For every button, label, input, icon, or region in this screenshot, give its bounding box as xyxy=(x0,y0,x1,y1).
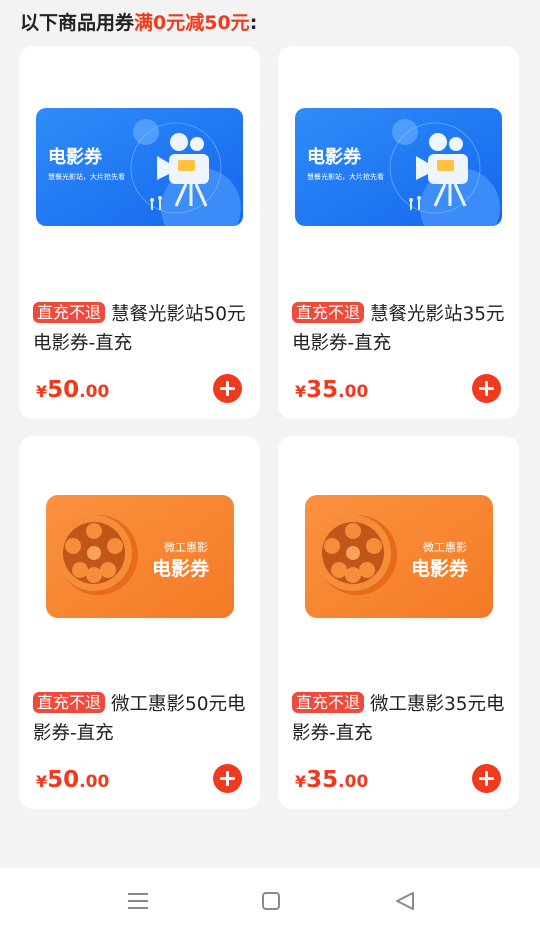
price-currency: ¥ xyxy=(36,772,48,791)
add-to-cart-button[interactable] xyxy=(472,374,501,403)
product-title[interactable]: 直充不退 慧餐光影站50元电影券-直充 xyxy=(33,300,249,358)
menu-icon[interactable] xyxy=(125,888,151,914)
banner-heading: 电影券 xyxy=(48,146,103,168)
home-square-icon[interactable] xyxy=(258,888,284,914)
product-card[interactable]: 电影券 慧餐光影站，大片抢先看 直充不退 慧餐光影站50元电影券-直充 ¥50.0… xyxy=(19,46,260,419)
banner-subtext: 慧餐光影站，大片抢先看 xyxy=(48,172,125,181)
product-banner-film-reel: 微工惠影 电影券 xyxy=(305,495,493,618)
price-integer: 35 xyxy=(306,377,339,403)
system-navigation-bar xyxy=(0,868,540,934)
product-price: ¥50.00 xyxy=(36,377,109,403)
price-decimal: .00 xyxy=(79,382,110,402)
banner-heading: 电影券 xyxy=(307,146,362,168)
price-currency: ¥ xyxy=(36,382,48,401)
price-currency: ¥ xyxy=(295,382,307,401)
product-title[interactable]: 直充不退 微工惠影50元电影券-直充 xyxy=(33,690,249,748)
price-decimal: .00 xyxy=(338,382,369,402)
add-to-cart-button[interactable] xyxy=(213,374,242,403)
price-integer: 50 xyxy=(47,767,80,793)
product-price: ¥35.00 xyxy=(295,377,368,403)
no-refund-tag: 直充不退 xyxy=(33,692,106,713)
product-banner-movie-camera: 电影券 慧餐光影站，大片抢先看 xyxy=(36,108,243,226)
product-card[interactable]: 微工惠影 电影券 直充不退 微工惠影35元电影券-直充 ¥35.00 xyxy=(278,436,519,809)
header-suffix: : xyxy=(249,12,258,34)
coupon-header: 以下商品用券满0元减50元: xyxy=(20,8,257,38)
banner-subheading: 微工惠影 xyxy=(423,540,467,554)
price-currency: ¥ xyxy=(295,772,307,791)
price-integer: 35 xyxy=(306,767,339,793)
product-title[interactable]: 直充不退 微工惠影35元电影券-直充 xyxy=(292,690,508,748)
no-refund-tag: 直充不退 xyxy=(292,692,365,713)
price-integer: 50 xyxy=(47,377,80,403)
product-grid: 电影券 慧餐光影站，大片抢先看 直充不退 慧餐光影站50元电影券-直充 ¥50.0… xyxy=(19,46,519,809)
product-card[interactable]: 微工惠影 电影券 直充不退 微工惠影50元电影券-直充 ¥50.00 xyxy=(19,436,260,809)
product-banner-film-reel: 微工惠影 电影券 xyxy=(46,495,234,618)
product-price: ¥35.00 xyxy=(295,767,368,793)
product-title[interactable]: 直充不退 慧餐光影站35元电影券-直充 xyxy=(292,300,508,358)
product-card[interactable]: 电影券 慧餐光影站，大片抢先看 直充不退 慧餐光影站35元电影券-直充 ¥35.0… xyxy=(278,46,519,419)
banner-heading: 电影券 xyxy=(411,557,469,580)
no-refund-tag: 直充不退 xyxy=(292,302,365,323)
product-banner-movie-camera: 电影券 慧餐光影站，大片抢先看 xyxy=(295,108,502,226)
price-decimal: .00 xyxy=(79,772,110,792)
banner-heading: 电影券 xyxy=(152,557,210,580)
header-prefix: 以下商品用券 xyxy=(20,12,135,34)
back-triangle-icon[interactable] xyxy=(392,888,418,914)
price-decimal: .00 xyxy=(338,772,369,792)
add-to-cart-button[interactable] xyxy=(472,764,501,793)
add-to-cart-button[interactable] xyxy=(213,764,242,793)
banner-subtext: 慧餐光影站，大片抢先看 xyxy=(307,172,384,181)
banner-subheading: 微工惠影 xyxy=(164,540,208,554)
product-price: ¥50.00 xyxy=(36,767,109,793)
header-discount: 满0元减50元 xyxy=(134,12,250,34)
no-refund-tag: 直充不退 xyxy=(33,302,106,323)
